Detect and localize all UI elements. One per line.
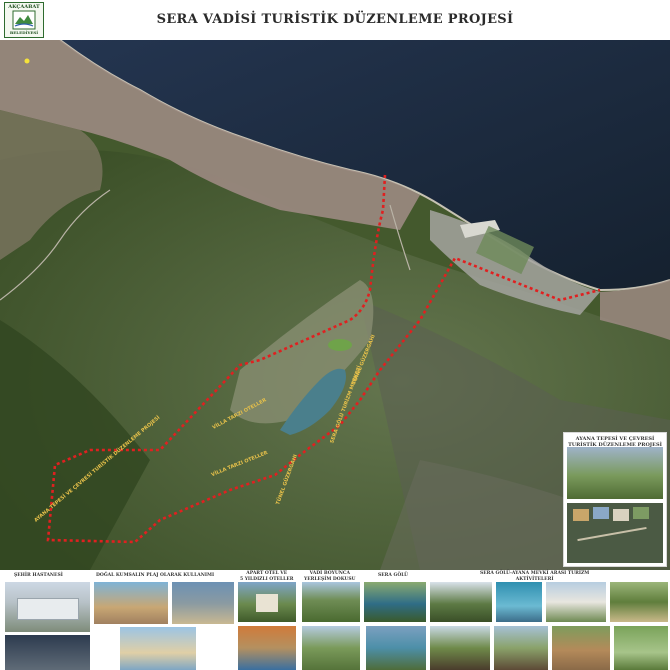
- page-title: SERA VADİSİ TURİSTİK DÜZENLEME PROJESİ: [156, 12, 514, 27]
- photo-turizm-1: [430, 582, 492, 622]
- photo-beach-2: [172, 582, 234, 624]
- caption-dogal-kumsalin: DOĞAL KUMSALIN PLAJ OLARAK KULLANIMI: [96, 573, 215, 578]
- photo-beach-1: [94, 582, 168, 624]
- ayana-project-panel: AYANA TEPESİ VE ÇEVRESİ TURİSTİK DÜZENLE…: [563, 432, 667, 567]
- photo-hospital: [5, 582, 90, 632]
- ayana-photo-landscape: [567, 447, 663, 499]
- photo-turizm-5: [430, 626, 490, 670]
- photo-turizm-4: [610, 582, 668, 622]
- photo-turizm-3: [546, 582, 606, 622]
- photo-turizm-7: [552, 626, 610, 670]
- caption-vadi-boyunca: VADİ BOYUNCA YERLEŞİM DOKUSU: [304, 571, 356, 582]
- location-marker-icon: [24, 58, 30, 64]
- photo-beach-3: [120, 627, 196, 670]
- photo-apart-otel-1: [238, 582, 296, 622]
- photo-vadi-1: [302, 582, 360, 622]
- photo-vadi-2: [302, 626, 360, 670]
- photo-sera-golu-2: [366, 626, 426, 670]
- caption-sehir-hastanesi: ŞEHİR HASTANESİ: [14, 573, 63, 578]
- header: AKÇAABAT BELEDİYESİ SERA VADİSİ TURİSTİK…: [0, 0, 670, 40]
- logo-top-text: AKÇAABAT: [8, 4, 40, 10]
- caption-apart-otel: APART OTEL VE 5 YILDIZLI OTELLER: [240, 571, 294, 582]
- photo-hospital-night: [5, 635, 90, 670]
- logo-bottom-text: BELEDİYESİ: [9, 30, 39, 35]
- caption-sera-golu: SERA GÖLÜ: [378, 573, 409, 578]
- project-gallery: ŞEHİR HASTANESİ DOĞAL KUMSALIN PLAJ OLAR…: [0, 570, 670, 670]
- ayana-panel-title: AYANA TEPESİ VE ÇEVRESİ TURİSTİK DÜZENLE…: [568, 436, 662, 448]
- photo-turizm-8: [614, 626, 668, 670]
- photo-turizm-6: [494, 626, 548, 670]
- ayana-photo-collage: [567, 503, 663, 563]
- photo-sera-golu-1: [364, 582, 426, 622]
- photo-apart-otel-2: [238, 626, 296, 670]
- lake-green: [328, 339, 352, 351]
- caption-sera-golu-ayana: SERA GÖLÜ-AYANA MEVKİ ARASI TURİZM AKTİV…: [480, 571, 590, 582]
- photo-turizm-2: [496, 582, 542, 622]
